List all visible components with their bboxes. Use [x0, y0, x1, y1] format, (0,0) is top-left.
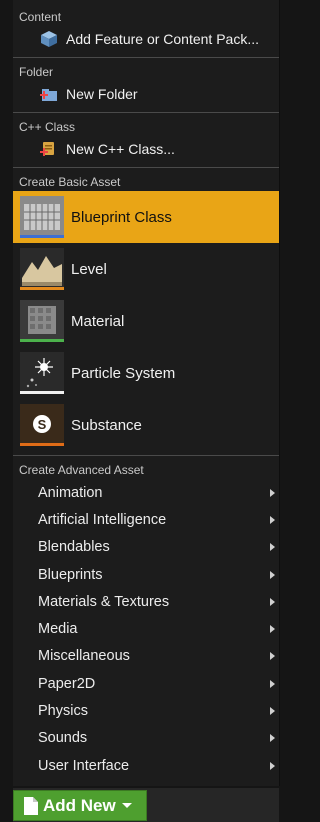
chevron-right-icon — [270, 515, 275, 524]
submenu-item[interactable]: User Interface — [13, 752, 279, 779]
section-divider — [13, 167, 279, 168]
advanced-asset-list: Animation Artificial Intelligence Blendabl… — [13, 479, 279, 779]
submenu-item[interactable]: Paper2D — [13, 670, 279, 697]
material-icon — [20, 300, 64, 342]
chevron-right-icon — [270, 707, 275, 716]
particle-system-icon — [20, 352, 64, 394]
chevron-right-icon — [270, 625, 275, 634]
section-divider — [13, 112, 279, 113]
add-new-dropdown-menu: Content Add Feature or Content Pack... F… — [13, 0, 280, 786]
submenu-item-label: Artificial Intelligence — [38, 511, 167, 528]
section-header-content: Content — [19, 10, 62, 24]
menu-item-label: Blueprint Class — [71, 208, 172, 226]
menu-item-add-feature-content-pack[interactable]: Add Feature or Content Pack... — [13, 26, 279, 52]
submenu-item-label: Blueprints — [38, 566, 103, 583]
submenu-item-label: Sounds — [38, 730, 88, 747]
chevron-right-icon — [270, 570, 275, 579]
submenu-item[interactable]: Animation — [13, 479, 279, 506]
chevron-right-icon — [270, 734, 275, 743]
submenu-item[interactable]: Sounds — [13, 725, 279, 752]
chevron-right-icon — [270, 543, 275, 552]
svg-text:S: S — [38, 417, 47, 432]
menu-item-label: New C++ Class... — [66, 141, 175, 157]
new-folder-icon — [39, 85, 59, 103]
cube-package-icon — [39, 30, 59, 48]
submenu-item-label: Physics — [38, 703, 88, 720]
document-icon — [24, 796, 38, 815]
submenu-item-label: Materials & Textures — [38, 593, 170, 610]
menu-item-blueprint-class[interactable]: Blueprint Class — [13, 191, 279, 243]
substance-icon: S — [20, 404, 64, 446]
chevron-down-icon — [121, 803, 132, 808]
submenu-item[interactable]: Physics — [13, 697, 279, 724]
chevron-right-icon — [270, 652, 275, 661]
submenu-item[interactable]: Blueprints — [13, 561, 279, 588]
menu-item-particle-system[interactable]: Particle System — [13, 347, 279, 399]
submenu-item[interactable]: Miscellaneous — [13, 643, 279, 670]
menu-item-label: Substance — [71, 416, 142, 434]
cpp-class-icon — [39, 140, 59, 158]
section-divider — [13, 455, 279, 456]
level-icon — [20, 248, 64, 290]
add-new-label: Add New — [43, 795, 116, 815]
chevron-right-icon — [270, 761, 275, 770]
section-divider — [13, 57, 279, 58]
menu-item-new-cpp-class[interactable]: New C++ Class... — [13, 136, 279, 162]
submenu-item-label: Paper2D — [38, 675, 96, 692]
submenu-item[interactable]: Materials & Textures — [13, 588, 279, 615]
submenu-item[interactable]: Artificial Intelligence — [13, 506, 279, 533]
section-header-cpp-class: C++ Class — [19, 120, 76, 134]
submenu-item[interactable]: Blendables — [13, 534, 279, 561]
chevron-right-icon — [270, 597, 275, 606]
menu-item-new-folder[interactable]: New Folder — [13, 81, 279, 107]
menu-item-substance[interactable]: S Substance — [13, 399, 279, 451]
chevron-right-icon — [270, 679, 275, 688]
submenu-item-label: Media — [38, 621, 78, 638]
submenu-item-label: Animation — [38, 484, 103, 501]
menu-item-label: New Folder — [66, 86, 138, 102]
menu-item-label: Material — [71, 312, 125, 330]
menu-item-label: Particle System — [71, 364, 176, 382]
section-header-folder: Folder — [19, 65, 54, 79]
menu-item-label: Level — [71, 260, 107, 278]
chevron-right-icon — [270, 488, 275, 497]
submenu-item[interactable]: Media — [13, 615, 279, 642]
add-new-bar: Add New — [13, 788, 279, 822]
menu-item-label: Add Feature or Content Pack... — [66, 31, 259, 47]
menu-item-level[interactable]: Level — [13, 243, 279, 295]
section-header-advanced-asset: Create Advanced Asset — [19, 463, 144, 477]
submenu-item-label: User Interface — [38, 757, 130, 774]
menu-item-material[interactable]: Material — [13, 295, 279, 347]
add-new-button[interactable]: Add New — [13, 790, 147, 821]
submenu-item-label: Blendables — [38, 539, 110, 556]
blueprint-icon — [20, 196, 64, 238]
submenu-item-label: Miscellaneous — [38, 648, 130, 665]
section-header-basic-asset: Create Basic Asset — [19, 175, 121, 189]
